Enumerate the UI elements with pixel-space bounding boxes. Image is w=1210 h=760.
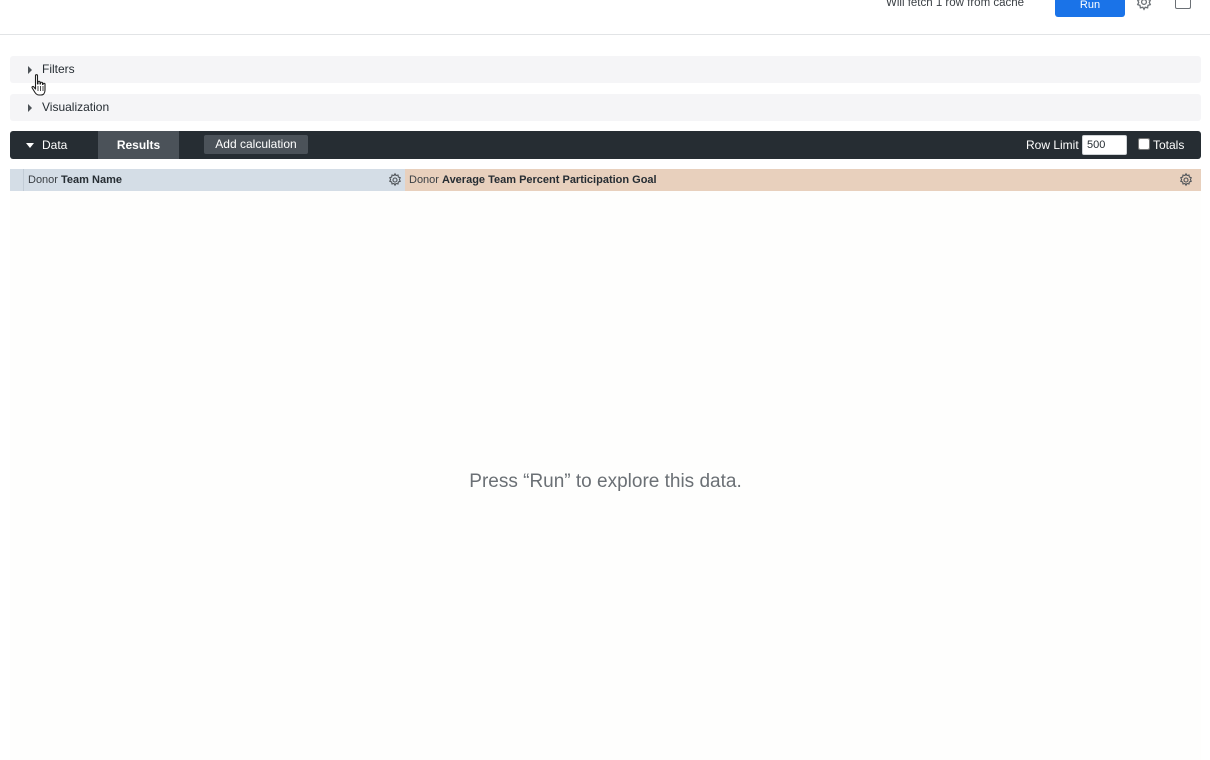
filters-label: Filters [42, 62, 75, 76]
caret-down-icon [26, 143, 34, 148]
column-header-label: Donor Average Team Percent Participation… [409, 169, 657, 191]
empty-state-message: Press “Run” to explore this data. [469, 471, 742, 492]
totals-label: Totals [1153, 138, 1185, 152]
data-tab-label: Data [42, 138, 68, 152]
column-header-team-name[interactable]: Donor Team Name [23, 169, 405, 191]
row-limit-label: Row Limit [1026, 138, 1079, 152]
cache-status-text: Will fetch 1 row from cache [886, 0, 1025, 9]
row-index-header [10, 169, 23, 191]
results-empty-area: Press “Run” to explore this data. [10, 191, 1201, 760]
column-settings-gear-icon[interactable] [1178, 172, 1194, 188]
caret-right-icon [28, 66, 32, 74]
data-panel-bar: Data Results Add calculation Row Limit T… [10, 131, 1201, 159]
results-table-header: Donor Team Name Donor Average Team Perce… [10, 169, 1201, 191]
data-section-toggle[interactable]: Data [10, 131, 98, 159]
column-view-name: Donor [409, 174, 439, 186]
settings-gear-icon[interactable] [1134, 0, 1154, 12]
add-calculation-button[interactable]: Add calculation [204, 135, 308, 154]
totals-checkbox[interactable] [1138, 138, 1150, 150]
tab-results[interactable]: Results [98, 131, 179, 159]
visualization-label: Visualization [42, 100, 110, 114]
column-header-label: Donor Team Name [28, 169, 122, 191]
caret-right-icon [28, 104, 32, 112]
column-view-name: Donor [28, 174, 58, 186]
filters-section-toggle[interactable]: Filters [10, 56, 1201, 83]
column-field-name: Average Team Percent Participation Goal [442, 174, 657, 186]
column-settings-gear-icon[interactable] [387, 172, 403, 188]
top-toolbar: Will fetch 1 row from cache Run [0, 0, 1210, 35]
column-field-name: Team Name [61, 174, 122, 186]
window-toggle-icon[interactable] [1175, 0, 1191, 9]
row-limit-input[interactable] [1082, 135, 1127, 155]
visualization-section-toggle[interactable]: Visualization [10, 94, 1201, 121]
run-button[interactable]: Run [1055, 0, 1125, 17]
column-header-avg-team-percent-participation-goal[interactable]: Donor Average Team Percent Participation… [405, 169, 1201, 191]
